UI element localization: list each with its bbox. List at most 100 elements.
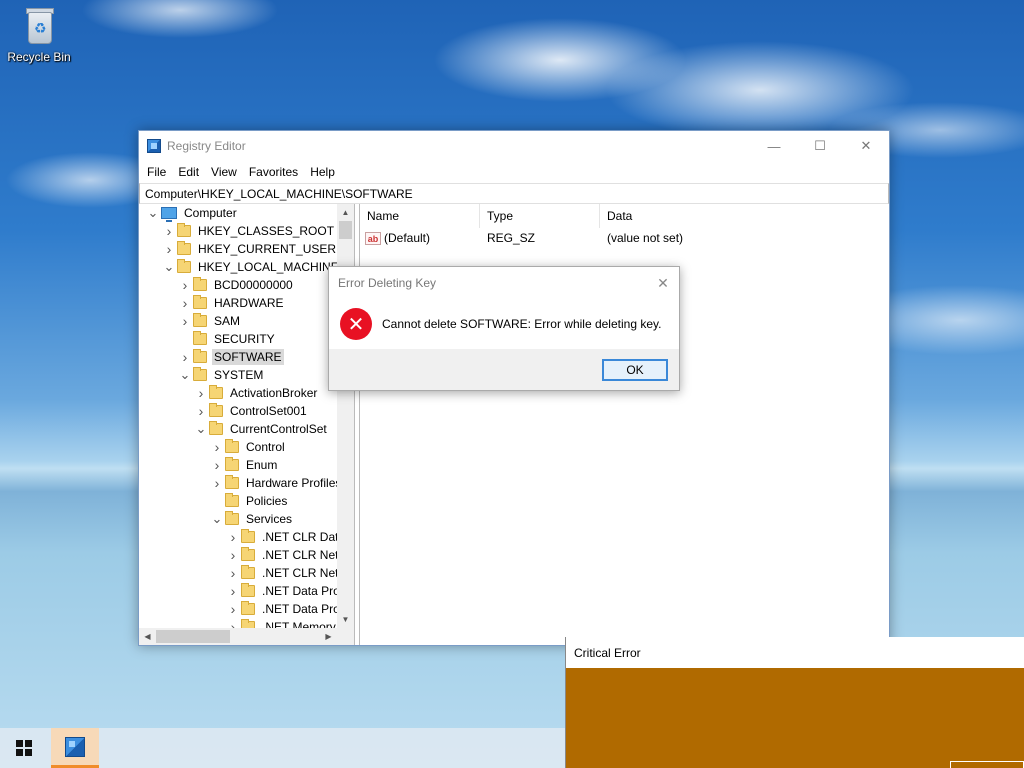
folder-icon xyxy=(225,439,239,453)
tree-node[interactable]: › Enum xyxy=(139,456,337,474)
tree-node[interactable]: › ControlSet001 xyxy=(139,402,337,420)
folder-icon xyxy=(225,493,239,507)
chevron-down-icon[interactable]: ⌄ xyxy=(145,205,161,221)
tree-node-label: .NET Data Prov xyxy=(262,584,337,598)
tree-node-label: SOFTWARE xyxy=(212,349,284,365)
dialog-title: Error Deleting Key xyxy=(338,276,437,290)
close-button[interactable]: ✕ xyxy=(843,131,889,161)
chevron-right-icon[interactable]: › xyxy=(225,547,241,563)
tree-node-label: .NET CLR Data xyxy=(262,530,337,544)
chevron-right-icon[interactable]: › xyxy=(225,529,241,545)
tree-node-label: .NET Memory xyxy=(262,620,336,628)
chevron-down-icon[interactable]: ⌄ xyxy=(193,421,209,437)
tree-node-label: HKEY_CLASSES_ROOT xyxy=(198,224,335,238)
scroll-up-arrow-icon[interactable]: ▲ xyxy=(337,204,354,221)
chevron-right-icon[interactable]: › xyxy=(177,313,193,329)
menu-file[interactable]: File xyxy=(141,165,172,179)
scroll-down-arrow-icon[interactable]: ▼ xyxy=(337,611,354,628)
horizontal-scroll-thumb[interactable] xyxy=(156,630,230,643)
tree-node[interactable]: SECURITY xyxy=(139,330,337,348)
chevron-right-icon[interactable]: › xyxy=(177,277,193,293)
tree-node-label: Hardware Profiles xyxy=(246,476,337,490)
tree-node[interactable]: › HARDWARE xyxy=(139,294,337,312)
tree-node[interactable]: › HKEY_CURRENT_USER xyxy=(139,240,337,258)
chevron-right-icon[interactable]: › xyxy=(193,385,209,401)
menu-help[interactable]: Help xyxy=(304,165,341,179)
ok-button[interactable]: OK xyxy=(602,358,668,381)
tree-node[interactable]: ⌄ SYSTEM xyxy=(139,366,337,384)
title-bar[interactable]: Registry Editor — ☐ ✕ xyxy=(139,131,889,161)
tree-node[interactable]: › .NET CLR Netw xyxy=(139,564,337,582)
critical-error-button[interactable] xyxy=(950,761,1024,768)
column-header-type[interactable]: Type xyxy=(480,204,600,228)
tree-node[interactable]: › .NET CLR Netw xyxy=(139,546,337,564)
error-message: Cannot delete SOFTWARE: Error while dele… xyxy=(382,317,662,331)
tree-node[interactable]: › .NET Memory xyxy=(139,618,337,628)
value-row[interactable]: ab (Default) REG_SZ (value not set) xyxy=(360,228,889,248)
tree-node-label: HKEY_LOCAL_MACHINE xyxy=(198,260,337,274)
menu-view[interactable]: View xyxy=(205,165,243,179)
minimize-button[interactable]: — xyxy=(751,131,797,161)
column-header-data[interactable]: Data xyxy=(600,204,800,228)
address-bar[interactable]: Computer\HKEY_LOCAL_MACHINE\SOFTWARE xyxy=(139,183,889,204)
tree-node-label: .NET Data Prov xyxy=(262,602,337,616)
tree-node[interactable]: ⌄ CurrentControlSet xyxy=(139,420,337,438)
chevron-down-icon[interactable]: ⌄ xyxy=(209,511,225,527)
tree-node-label: .NET CLR Netw xyxy=(262,548,337,562)
tree-node[interactable]: › Control xyxy=(139,438,337,456)
scroll-right-arrow-icon[interactable]: ▶ xyxy=(320,628,337,645)
vertical-scroll-thumb[interactable] xyxy=(339,221,352,239)
dialog-title-bar[interactable]: Error Deleting Key ✕ xyxy=(329,267,679,299)
value-name: (Default) xyxy=(384,231,431,245)
start-button[interactable] xyxy=(0,728,48,768)
recycle-bin-desktop-icon[interactable]: Recycle Bin xyxy=(4,6,74,64)
tree-node[interactable]: › HKEY_CLASSES_ROOT xyxy=(139,222,337,240)
chevron-right-icon[interactable]: › xyxy=(209,475,225,491)
folder-icon xyxy=(177,259,191,273)
windows-logo-icon xyxy=(16,740,32,756)
column-header-name[interactable]: Name xyxy=(360,204,480,228)
tree-node[interactable]: Policies xyxy=(139,492,337,510)
tree-node-label: SAM xyxy=(214,314,241,328)
dialog-close-icon[interactable]: ✕ xyxy=(647,275,679,292)
scroll-left-arrow-icon[interactable]: ◀ xyxy=(139,628,156,645)
tree-node[interactable]: › Hardware Profiles xyxy=(139,474,337,492)
critical-error-window: Critical Error xyxy=(565,637,1024,768)
tree-node[interactable]: › BCD00000000 xyxy=(139,276,337,294)
chevron-right-icon[interactable]: › xyxy=(177,349,193,365)
menu-edit[interactable]: Edit xyxy=(172,165,205,179)
tree-node[interactable]: ⌄ HKEY_LOCAL_MACHINE xyxy=(139,258,337,276)
menu-favorites[interactable]: Favorites xyxy=(243,165,304,179)
tree-node[interactable]: › .NET Data Prov xyxy=(139,600,337,618)
tree-node[interactable]: › SOFTWARE xyxy=(139,348,337,366)
chevron-right-icon[interactable]: › xyxy=(209,439,225,455)
chevron-down-icon[interactable]: ⌄ xyxy=(161,259,177,275)
chevron-right-icon[interactable]: › xyxy=(177,295,193,311)
tree-node-label: ControlSet001 xyxy=(230,404,307,418)
tree-horizontal-scrollbar[interactable]: ◀ ▶ xyxy=(139,628,337,645)
chevron-right-icon[interactable]: › xyxy=(225,619,241,628)
tree-node[interactable]: ⌄ Services xyxy=(139,510,337,528)
chevron-down-icon[interactable]: ⌄ xyxy=(177,367,193,383)
tree-node[interactable]: › .NET Data Prov xyxy=(139,582,337,600)
chevron-right-icon[interactable]: › xyxy=(225,565,241,581)
tree-node-label: SECURITY xyxy=(214,332,275,346)
tree-node[interactable]: ⌄ Computer xyxy=(139,204,337,222)
chevron-right-icon[interactable]: › xyxy=(193,403,209,419)
critical-error-title[interactable]: Critical Error xyxy=(566,637,1024,668)
chevron-right-icon[interactable]: › xyxy=(161,223,177,239)
value-name-cell: ab (Default) xyxy=(360,228,480,248)
chevron-right-icon[interactable]: › xyxy=(161,241,177,257)
folder-icon xyxy=(193,331,207,345)
tree-node[interactable]: › ActivationBroker xyxy=(139,384,337,402)
folder-icon xyxy=(241,547,255,561)
taskbar-registry-editor[interactable] xyxy=(51,728,99,768)
chevron-right-icon[interactable]: › xyxy=(209,457,225,473)
folder-icon xyxy=(177,223,191,237)
registry-editor-icon xyxy=(147,139,161,153)
chevron-right-icon[interactable]: › xyxy=(225,601,241,617)
maximize-button[interactable]: ☐ xyxy=(797,131,843,161)
tree-node[interactable]: › SAM xyxy=(139,312,337,330)
chevron-right-icon[interactable]: › xyxy=(225,583,241,599)
tree-node[interactable]: › .NET CLR Data xyxy=(139,528,337,546)
